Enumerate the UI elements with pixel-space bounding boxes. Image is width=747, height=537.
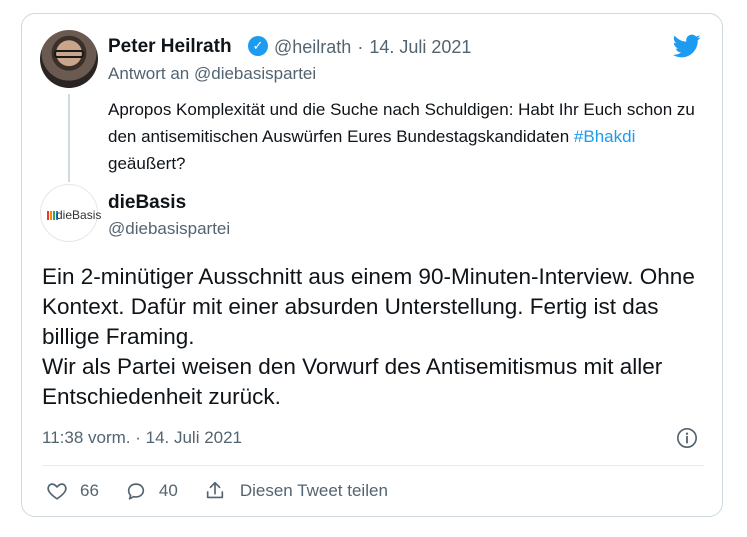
like-count: 66: [80, 481, 99, 500]
author-meta: @heilrath · 14. Juli 2021: [274, 37, 471, 58]
reply-count: 40: [158, 481, 178, 500]
author-avatar[interactable]: [40, 30, 98, 88]
diebasis-avatar[interactable]: dieBasis: [40, 184, 102, 242]
avatar-glasses: [54, 50, 84, 58]
author-name[interactable]: Peter Heilrath: [108, 36, 232, 58]
info-icon[interactable]: [676, 427, 698, 449]
reply-to-label[interactable]: Antwort an @diebasispartei: [108, 64, 316, 84]
meta-separator: ·: [357, 37, 364, 57]
share-label: Diesen Tweet teilen: [239, 481, 388, 500]
hashtag-link[interactable]: #Bhakdi: [574, 127, 635, 146]
share-icon: [206, 481, 224, 499]
reply-author-handle[interactable]: @diebasispartei: [108, 219, 230, 239]
logo-text: dieBasis: [56, 208, 102, 222]
heart-icon: [47, 483, 67, 500]
action-bar: 66 40 Diesen Tweet teilen: [46, 480, 414, 502]
reply-button[interactable]: 40: [125, 480, 178, 502]
twitter-bird-icon[interactable]: [670, 32, 704, 60]
divider: [42, 465, 704, 466]
reply-tweet-text: Ein 2-minütiger Ausschnitt aus einem 90-…: [42, 262, 722, 412]
share-button[interactable]: Diesen Tweet teilen: [204, 480, 388, 502]
reply-author-name[interactable]: dieBasis: [108, 192, 186, 214]
tweet-date[interactable]: 14. Juli 2021: [369, 37, 471, 57]
verified-badge-icon: ✓: [248, 36, 268, 56]
reply-paragraph-2: Wir als Partei weisen den Vorwurf des An…: [42, 354, 663, 409]
like-button[interactable]: 66: [46, 480, 99, 502]
tweet-timestamp[interactable]: 11:38 vorm. · 14. Juli 2021: [42, 428, 242, 448]
parent-text-end: geäußert?: [108, 154, 186, 173]
parent-tweet-text: Apropos Komplexität und die Suche nach S…: [108, 96, 708, 177]
comment-icon: [127, 483, 145, 500]
thread-connector-line: [68, 94, 70, 182]
author-handle[interactable]: @heilrath: [274, 37, 351, 57]
tweet-card: Peter Heilrath ✓ @heilrath · 14. Juli 2021…: [21, 13, 723, 517]
reply-paragraph-1: Ein 2-minütiger Ausschnitt aus einem 90-…: [42, 264, 695, 349]
